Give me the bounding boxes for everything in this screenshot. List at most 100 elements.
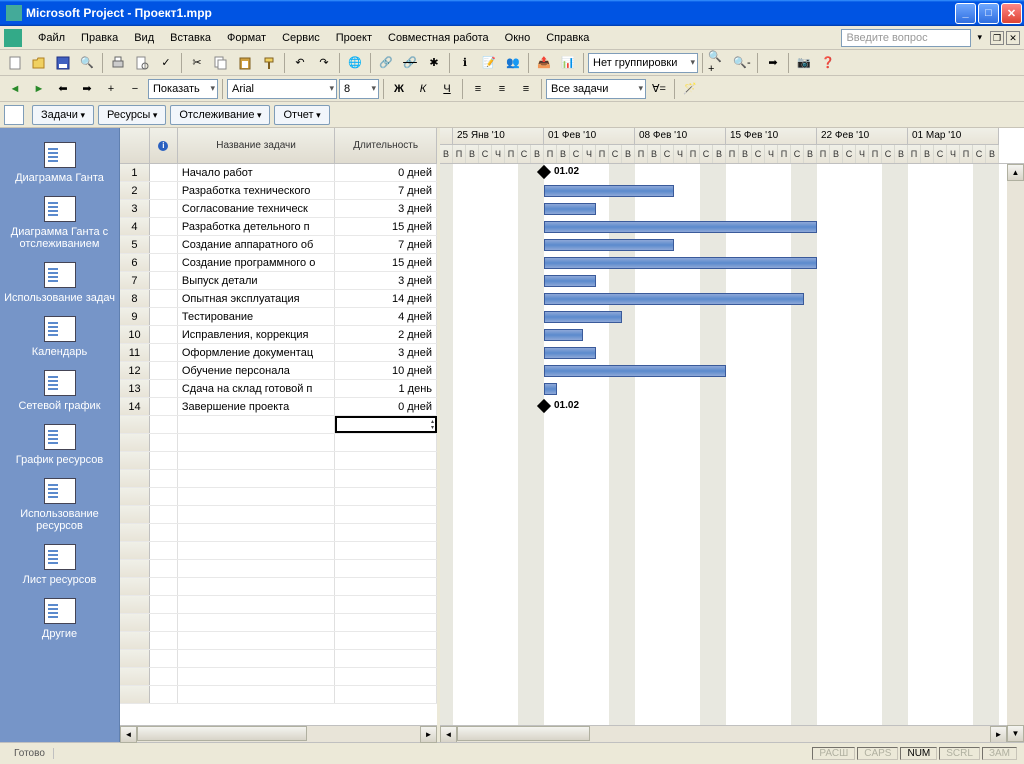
duration-cell[interactable]: 3 дней bbox=[335, 272, 437, 289]
info-cell[interactable] bbox=[150, 596, 178, 613]
table-row[interactable]: 9 Тестирование 4 дней bbox=[120, 308, 437, 326]
table-row[interactable]: 1 Начало работ 0 дней bbox=[120, 164, 437, 182]
task-name-cell[interactable]: Тестирование bbox=[178, 308, 335, 325]
task-name-cell[interactable]: Создание программного о bbox=[178, 254, 335, 271]
row-number[interactable] bbox=[120, 542, 150, 559]
info-column-header[interactable]: i bbox=[150, 128, 178, 163]
row-number[interactable] bbox=[120, 470, 150, 487]
gantt-row[interactable] bbox=[440, 578, 1024, 596]
redo-button[interactable]: ↷ bbox=[313, 52, 335, 74]
row-number[interactable] bbox=[120, 614, 150, 631]
gantt-row[interactable] bbox=[440, 506, 1024, 524]
duration-cell[interactable] bbox=[335, 470, 437, 487]
info-cell[interactable] bbox=[150, 200, 178, 217]
info-cell[interactable] bbox=[150, 362, 178, 379]
gantt-scroll-left-icon[interactable]: ◄ bbox=[440, 726, 457, 742]
help-dropdown-icon[interactable]: ▾ bbox=[977, 32, 982, 43]
table-row[interactable] bbox=[120, 578, 437, 596]
gantt-row[interactable] bbox=[440, 200, 1024, 218]
autofilter-button[interactable]: ∀= bbox=[648, 78, 670, 100]
gantt-row[interactable] bbox=[440, 470, 1024, 488]
bold-button[interactable]: Ж bbox=[388, 78, 410, 100]
gantt-row[interactable] bbox=[440, 380, 1024, 398]
table-row[interactable]: 4 Разработка детельного п 15 дней bbox=[120, 218, 437, 236]
table-row[interactable] bbox=[120, 452, 437, 470]
row-number[interactable] bbox=[120, 524, 150, 541]
row-number[interactable]: 8 bbox=[120, 290, 150, 307]
task-name-cell[interactable] bbox=[178, 614, 335, 631]
info-cell[interactable] bbox=[150, 164, 178, 181]
minimize-button[interactable]: _ bbox=[955, 3, 976, 24]
row-number[interactable]: 13 bbox=[120, 380, 150, 397]
task-name-cell[interactable] bbox=[178, 578, 335, 595]
gantt-row[interactable] bbox=[440, 596, 1024, 614]
info-cell[interactable] bbox=[150, 686, 178, 703]
task-name-cell[interactable] bbox=[178, 452, 335, 469]
task-name-cell[interactable] bbox=[178, 434, 335, 451]
task-name-cell[interactable]: Разработка детельного п bbox=[178, 218, 335, 235]
info-cell[interactable] bbox=[150, 578, 178, 595]
gantt-row[interactable] bbox=[440, 542, 1024, 560]
menu-file[interactable]: Файл bbox=[30, 29, 73, 47]
print-button[interactable] bbox=[107, 52, 129, 74]
gantt-bar[interactable] bbox=[544, 365, 726, 377]
duration-cell[interactable] bbox=[335, 632, 437, 649]
info-cell[interactable] bbox=[150, 470, 178, 487]
task-name-cell[interactable] bbox=[178, 416, 335, 433]
tracking-view-button[interactable]: Отслеживание bbox=[170, 105, 270, 125]
gantt-bar[interactable] bbox=[544, 293, 804, 305]
row-number[interactable] bbox=[120, 686, 150, 703]
assign-resources-button[interactable]: 👥 bbox=[502, 52, 524, 74]
gantt-row[interactable] bbox=[440, 668, 1024, 686]
gantt-row[interactable]: 01.02 bbox=[440, 398, 1024, 416]
gantt-row[interactable] bbox=[440, 452, 1024, 470]
gantt-vscroll[interactable]: ▲ ▼ bbox=[1007, 164, 1024, 742]
gantt-row[interactable] bbox=[440, 650, 1024, 668]
table-row[interactable] bbox=[120, 560, 437, 578]
duration-header[interactable]: Длительность bbox=[335, 128, 437, 163]
duration-cell[interactable]: 1 день bbox=[335, 380, 437, 397]
task-name-cell[interactable] bbox=[178, 686, 335, 703]
menu-view[interactable]: Вид bbox=[126, 29, 162, 47]
row-number[interactable] bbox=[120, 596, 150, 613]
gantt-hscroll[interactable]: ◄ ► bbox=[440, 725, 1007, 742]
group-by-combo[interactable]: Нет группировки bbox=[588, 53, 698, 73]
gantt-row[interactable] bbox=[440, 290, 1024, 308]
duration-cell[interactable] bbox=[335, 542, 437, 559]
table-row[interactable] bbox=[120, 542, 437, 560]
new-button[interactable] bbox=[4, 52, 26, 74]
info-cell[interactable] bbox=[150, 272, 178, 289]
font-size-combo[interactable]: 8 bbox=[339, 79, 379, 99]
duration-cell[interactable]: 7 дней bbox=[335, 182, 437, 199]
row-number[interactable] bbox=[120, 560, 150, 577]
row-number[interactable] bbox=[120, 488, 150, 505]
info-cell[interactable] bbox=[150, 542, 178, 559]
align-center-button[interactable]: ≡ bbox=[491, 78, 513, 100]
gantt-row[interactable] bbox=[440, 416, 1024, 434]
info-cell[interactable] bbox=[150, 614, 178, 631]
format-painter-button[interactable] bbox=[258, 52, 280, 74]
menu-insert[interactable]: Вставка bbox=[162, 29, 219, 47]
undo-button[interactable]: ↶ bbox=[289, 52, 311, 74]
gantt-row[interactable] bbox=[440, 434, 1024, 452]
row-number[interactable] bbox=[120, 434, 150, 451]
sidebar-resource-graph[interactable]: График ресурсов bbox=[0, 418, 119, 472]
duration-cell[interactable] bbox=[335, 614, 437, 631]
table-row[interactable]: 11 Оформление документац 3 дней bbox=[120, 344, 437, 362]
sidebar-tracking-gantt[interactable]: Диаграмма Ганта с отслеживанием bbox=[0, 190, 119, 256]
cut-button[interactable]: ✂ bbox=[186, 52, 208, 74]
duration-cell[interactable] bbox=[335, 668, 437, 685]
gantt-bar[interactable] bbox=[544, 275, 596, 287]
report-view-button[interactable]: Отчет bbox=[274, 105, 329, 125]
info-cell[interactable] bbox=[150, 182, 178, 199]
show-combo[interactable]: Показать bbox=[148, 79, 218, 99]
align-left-button[interactable]: ≡ bbox=[467, 78, 489, 100]
table-row[interactable] bbox=[120, 488, 437, 506]
gantt-row[interactable] bbox=[440, 344, 1024, 362]
gantt-bar[interactable] bbox=[544, 257, 817, 269]
menu-tools[interactable]: Сервис bbox=[274, 29, 328, 47]
task-name-cell[interactable] bbox=[178, 524, 335, 541]
duration-cell[interactable] bbox=[335, 686, 437, 703]
task-name-cell[interactable] bbox=[178, 596, 335, 613]
row-number[interactable] bbox=[120, 416, 150, 433]
